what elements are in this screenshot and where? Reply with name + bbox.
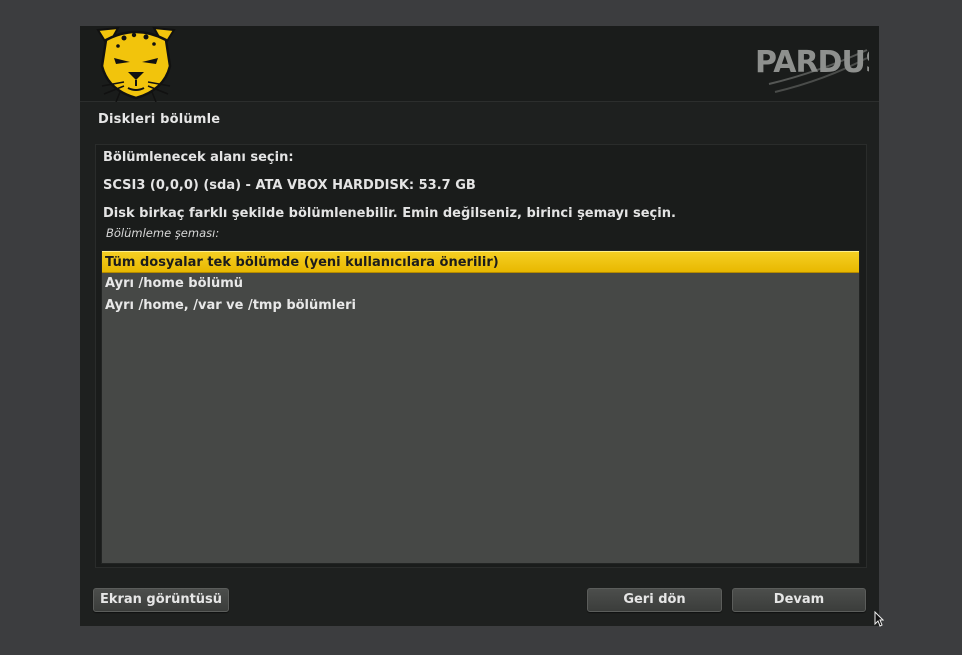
list-item-single-partition[interactable]: Tüm dosyalar tek bölümde (yeni kullanıcı… (102, 251, 859, 273)
svg-text:PARDUS: PARDUS (755, 45, 869, 80)
back-button[interactable]: Geri dön (587, 588, 722, 612)
scheme-label: Bölümleme şeması: (106, 226, 220, 240)
installer-header: PARDUS (80, 26, 879, 102)
list-item-separate-home[interactable]: Ayrı /home bölümü (102, 273, 859, 295)
installer-window: PARDUS Diskleri bölümle Bölümlenecek ala… (80, 26, 879, 626)
partition-panel: Bölümlenecek alanı seçin: SCSI3 (0,0,0) … (95, 144, 867, 568)
page-title: Diskleri bölümle (98, 112, 221, 127)
continue-button[interactable]: Devam (732, 588, 866, 612)
pardus-wordmark-logo: PARDUS (755, 45, 869, 93)
select-area-label: Bölümlenecek alanı seçin: (103, 150, 294, 165)
pardus-leopard-logo-icon (96, 26, 176, 102)
disk-label: SCSI3 (0,0,0) (sda) - ATA VBOX HARDDISK:… (103, 178, 476, 193)
partition-scheme-list[interactable]: Tüm dosyalar tek bölümde (yeni kullanıcı… (101, 250, 860, 564)
screenshot-button[interactable]: Ekran görüntüsü (93, 588, 229, 612)
mouse-cursor-icon (874, 611, 884, 627)
list-item-separate-home-var-tmp[interactable]: Ayrı /home, /var ve /tmp bölümleri (102, 295, 859, 317)
instruction-text: Disk birkaç farklı şekilde bölümlenebili… (103, 206, 676, 221)
